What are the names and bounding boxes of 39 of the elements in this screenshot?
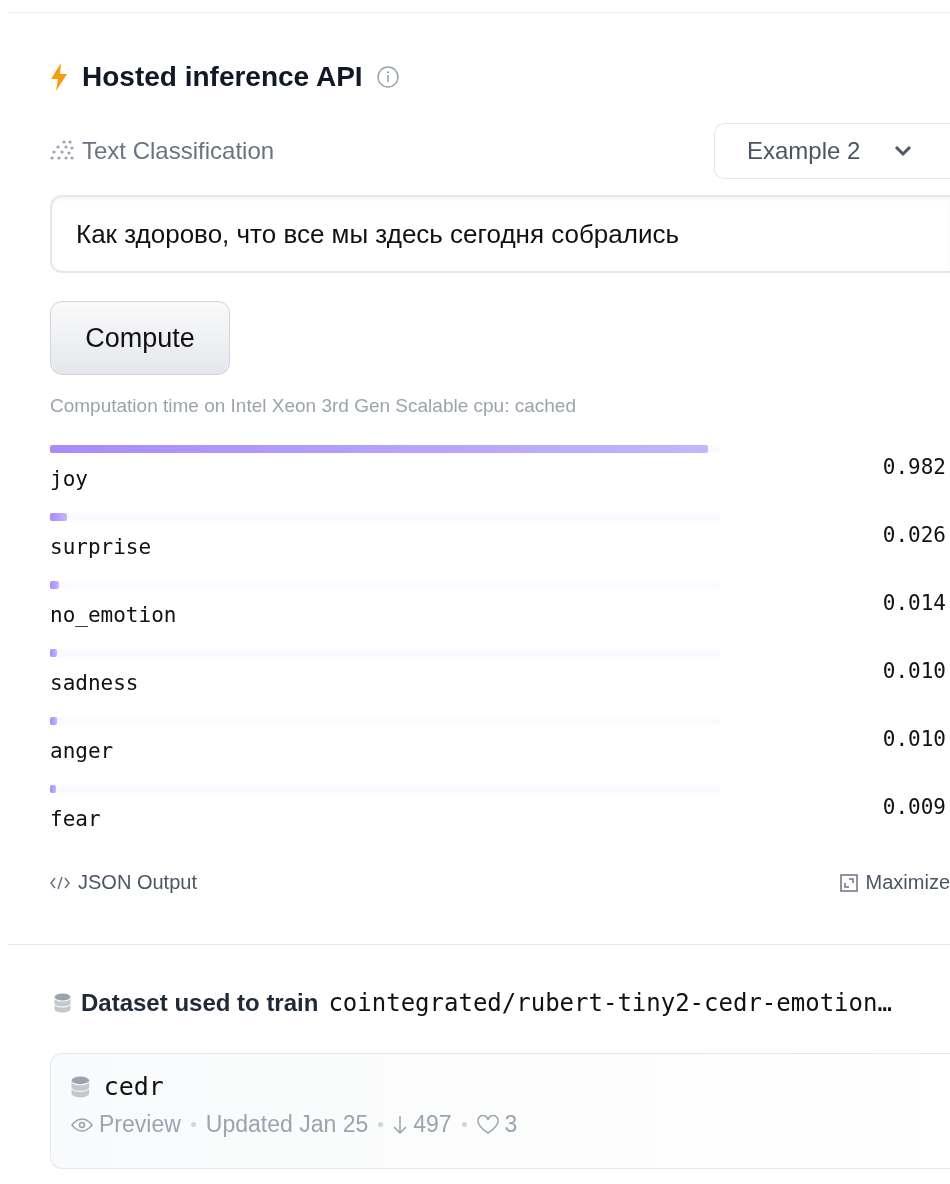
json-output-link[interactable]: JSON Output [50,871,197,894]
task-label: Text Classification [82,137,275,165]
maximize-link[interactable]: Maximize [839,871,950,894]
score-value: 0.009 [882,795,946,819]
compute-button[interactable]: Compute [50,301,230,375]
score-value: 0.026 [882,523,946,547]
computation-note: Computation time on Intel Xeon 3rd Gen Scalable cpu: cached [50,395,577,417]
updated-text: Updated Jan 25 [205,1111,369,1138]
score-value: 0.010 [882,727,946,751]
preview-text: Preview [99,1111,181,1138]
like-count: 3 [504,1111,518,1138]
database-icon [54,993,71,1013]
label-text: sadness [50,671,140,695]
dataset-heading: Dataset used to train [81,989,319,1017]
code-icon [50,875,70,890]
maximize-icon [839,873,858,892]
label-text: no_emotion [50,603,178,627]
model-name: cointegrated/rubert-tiny2-cedr-emotion… [328,989,892,1017]
score-value: 0.010 [882,659,946,683]
label-text: anger [50,739,115,763]
download-icon [393,1114,408,1135]
dataset-card[interactable]: cedr Preview Updated Jan 25 497 3 [50,1053,950,1169]
label-text: fear [50,807,102,831]
dots-icon [50,140,74,162]
label-text: joy [50,467,89,491]
score-value: 0.982 [882,455,946,479]
download-count: 497 [413,1111,452,1138]
lightning-icon [50,63,68,91]
score-value: 0.014 [882,591,946,615]
example-select[interactable]: Example 2 [714,123,950,179]
database-icon [71,1075,90,1098]
eye-icon [71,1117,93,1132]
heart-icon [476,1114,499,1135]
chevron-icon [894,145,913,157]
info-icon[interactable] [376,66,399,88]
section-title: Hosted inference API [82,61,363,93]
dataset-name: cedr [103,1072,164,1101]
label-text: surprise [50,535,153,559]
input-field[interactable]: Как здорово, что все мы здесь сегодня собрались [50,195,950,273]
